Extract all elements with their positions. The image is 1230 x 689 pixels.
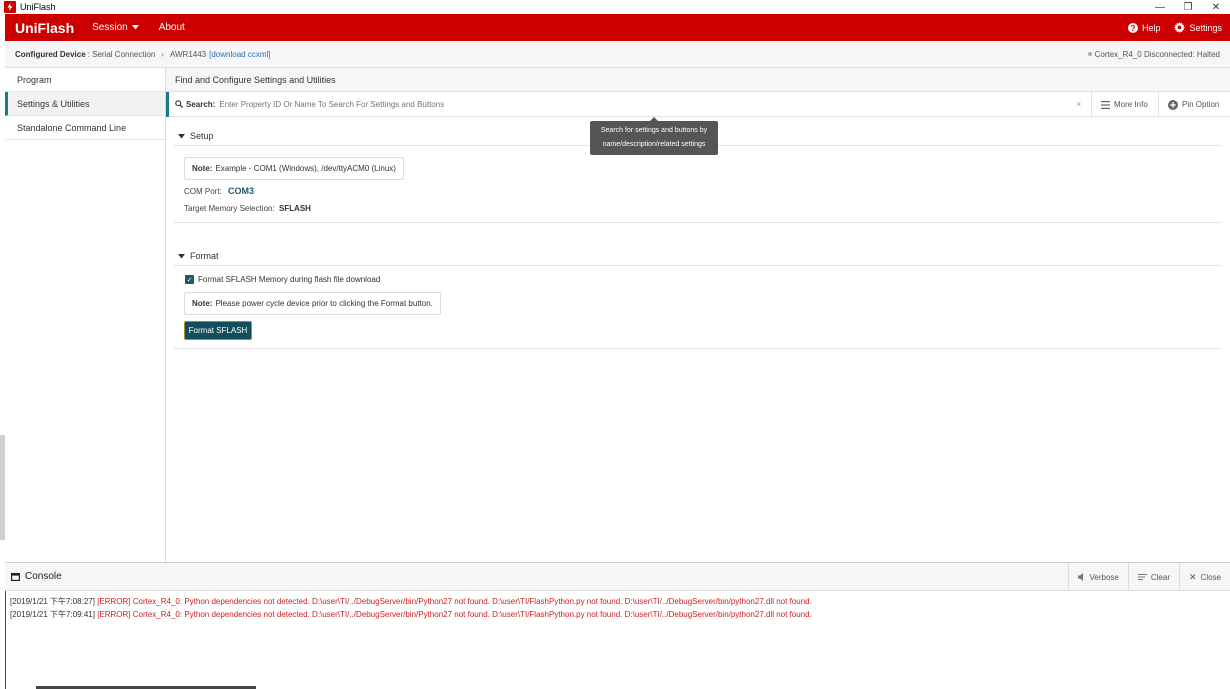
- setup-section-title: Setup: [190, 131, 214, 141]
- help-icon: ?: [1127, 22, 1138, 33]
- close-label: Close: [1200, 572, 1221, 582]
- sidebar-item-label: Settings & Utilities: [17, 98, 90, 109]
- section-divider: [174, 222, 1221, 223]
- close-icon: ✕: [1189, 571, 1197, 582]
- console-title: Console: [11, 571, 62, 582]
- about-menu[interactable]: About: [159, 22, 185, 33]
- search-label: Search:: [175, 100, 215, 109]
- console-header: Console Verbose Clear ✕ Close: [5, 562, 1230, 591]
- settings-search-bar: Search: × More Info Pin Option: [166, 91, 1230, 117]
- log-timestamp: [2019/1/21 下午7:08:27]: [10, 597, 95, 606]
- session-menu[interactable]: Session: [92, 22, 139, 33]
- tooltip-line: name/description/related settings: [602, 141, 706, 148]
- more-info-button[interactable]: More Info: [1091, 92, 1157, 117]
- format-sflash-button[interactable]: Format SFLASH: [184, 321, 252, 340]
- verbose-button[interactable]: Verbose: [1067, 563, 1128, 591]
- note-text: Please power cycle device prior to click…: [215, 299, 433, 308]
- configured-device-label: Configured Device: [15, 49, 86, 59]
- target-memory-field: Target Memory Selection: SFLASH: [184, 204, 311, 213]
- note-label: Note:: [192, 164, 213, 173]
- help-button[interactable]: ? Help: [1127, 22, 1161, 33]
- log-line: [2019/1/21 下午7:09:41] [ERROR] Cortex_R4_…: [10, 609, 1226, 622]
- caret-down-icon: [178, 253, 185, 258]
- about-menu-label: About: [158, 22, 185, 33]
- setup-section-toggle[interactable]: Setup: [178, 131, 214, 141]
- target-memory-label: Target Memory Selection:: [184, 204, 275, 213]
- window-title: UniFlash: [20, 2, 56, 12]
- format-section-toggle[interactable]: Format: [178, 251, 219, 261]
- caret-down-icon: [178, 133, 185, 138]
- log-line: [2019/1/21 下午7:08:27] [ERROR] Cortex_R4_…: [10, 596, 1226, 609]
- verbose-label: Verbose: [1089, 572, 1119, 582]
- help-label: Help: [1141, 22, 1161, 33]
- log-message: [ERROR] Cortex_R4_0: Python dependencies…: [97, 609, 812, 619]
- window-icon: [11, 572, 20, 581]
- uniflash-logo-icon: [4, 1, 16, 13]
- search-tooltip: Search for settings and buttons by name/…: [590, 117, 718, 155]
- svg-text:?: ?: [1131, 23, 1136, 32]
- device-name: AWR1443: [169, 49, 207, 59]
- format-checkbox-label: Format SFLASH Memory during flash file d…: [198, 275, 381, 284]
- close-console-button[interactable]: ✕ Close: [1179, 563, 1230, 591]
- download-ccxml-link[interactable]: [download ccxml]: [209, 50, 270, 59]
- format-section-title: Format: [190, 251, 219, 261]
- target-memory-value: SFLASH: [278, 204, 311, 213]
- console-title-text: Console: [25, 571, 62, 582]
- note-text: Example - COM1 (Windows), /dev/ttyACM0 (…: [215, 164, 396, 173]
- console-log[interactable]: [2019/1/21 下午7:08:27] [ERROR] Cortex_R4_…: [5, 591, 1230, 689]
- pin-option-label: Pin Option: [1182, 100, 1220, 109]
- minimize-button[interactable]: —: [1146, 0, 1174, 14]
- sidebar: Program Settings & Utilities Standalone …: [5, 68, 166, 562]
- more-info-label: More Info: [1114, 100, 1148, 109]
- clear-console-button[interactable]: Clear: [1127, 563, 1179, 591]
- clear-search-icon[interactable]: ×: [1076, 99, 1081, 109]
- sidebar-item-label: Standalone Command Line: [17, 122, 127, 133]
- gear-icon: [1174, 22, 1186, 33]
- note-label: Note:: [192, 299, 213, 308]
- clear-lines-icon: [1137, 574, 1147, 580]
- tooltip-line: Search for settings and buttons by: [600, 127, 708, 134]
- checkmark-icon[interactable]: ✓: [185, 275, 194, 284]
- speaker-icon: [1077, 573, 1083, 581]
- device-breadcrumb: Configured Device : Serial Connection › …: [5, 41, 1230, 68]
- format-note: Note: Please power cycle device prior to…: [184, 292, 441, 315]
- com-port-field: COM Port: COM3: [184, 186, 254, 196]
- setup-note: Note: Example - COM1 (Windows), /dev/tty…: [184, 157, 404, 180]
- format-sflash-checkbox[interactable]: ✓ Format SFLASH Memory during flash file…: [185, 275, 380, 284]
- com-port-label: COM Port:: [184, 187, 222, 196]
- close-window-button[interactable]: ✕: [1202, 0, 1230, 14]
- section-divider: [174, 348, 1221, 349]
- search-label-text: Search:: [186, 99, 216, 109]
- chevron-right-icon: ›: [161, 49, 164, 59]
- plus-circle-icon: [1168, 99, 1178, 110]
- section-divider: [174, 265, 1221, 266]
- log-message: [ERROR] Cortex_R4_0: Python dependencies…: [97, 597, 812, 606]
- app-brand[interactable]: UniFlash: [15, 20, 74, 36]
- pin-option-button[interactable]: Pin Option: [1158, 92, 1228, 117]
- search-accent-bar: [166, 91, 169, 117]
- connection-type: : Serial Connection: [87, 49, 156, 59]
- search-icon: [175, 100, 183, 108]
- search-input[interactable]: [219, 99, 1070, 109]
- restore-button[interactable]: ❐: [1174, 0, 1202, 14]
- connection-status: Cortex_R4_0 Disconnected: Halted: [1087, 49, 1220, 59]
- app-header: UniFlash Session About ? Help Settings: [5, 14, 1230, 41]
- window-controls: — ❐ ✕: [1146, 0, 1230, 14]
- page-title: Find and Configure Settings and Utilitie…: [166, 68, 1230, 92]
- window-titlebar: UniFlash — ❐ ✕: [0, 0, 1230, 14]
- list-icon: [1101, 100, 1110, 109]
- status-dot-icon: [1087, 52, 1092, 56]
- com-port-value[interactable]: COM3: [228, 186, 254, 196]
- caret-down-icon: [131, 25, 139, 30]
- clear-label: Clear: [1150, 572, 1170, 582]
- sidebar-item-label: Program: [17, 74, 52, 85]
- connection-status-text: Cortex_R4_0 Disconnected: Halted: [1094, 49, 1220, 59]
- log-timestamp: [2019/1/21 下午7:09:41]: [10, 609, 95, 619]
- sidebar-item-program[interactable]: Program: [5, 68, 165, 92]
- session-menu-label: Session: [92, 22, 128, 33]
- sidebar-item-settings-utilities[interactable]: Settings & Utilities: [5, 92, 165, 116]
- sidebar-item-standalone-command-line[interactable]: Standalone Command Line: [5, 116, 165, 140]
- settings-label: Settings: [1189, 22, 1222, 33]
- settings-button[interactable]: Settings: [1174, 22, 1222, 33]
